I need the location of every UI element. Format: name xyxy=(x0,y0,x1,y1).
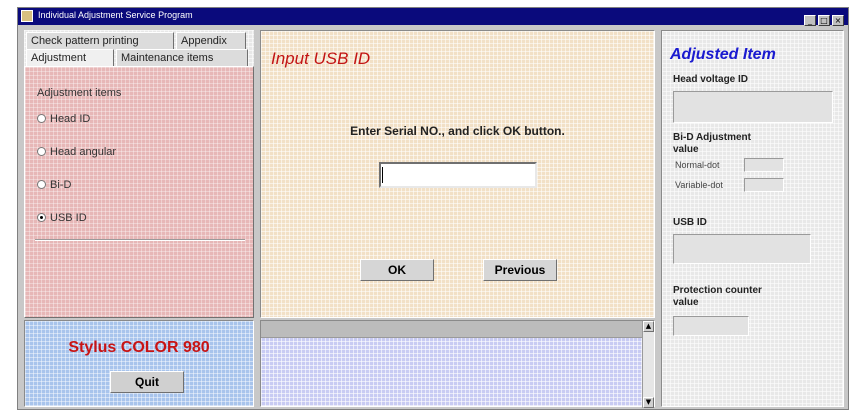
tab-adjustment[interactable]: Adjustment xyxy=(26,49,114,66)
log-panel: ▲ ▼ xyxy=(260,320,655,408)
window-title: Individual Adjustment Service Program xyxy=(38,10,193,20)
protection-counter-label-value: value xyxy=(673,297,699,308)
serial-number-input[interactable] xyxy=(379,162,537,188)
normal-dot-value-box xyxy=(744,158,784,172)
group-divider xyxy=(35,239,245,241)
minimize-button[interactable]: _ xyxy=(804,15,816,26)
input-title: Input USB ID xyxy=(271,49,371,68)
maximize-button[interactable]: □ xyxy=(818,15,830,26)
adjusted-item-panel: Adjusted Item Head voltage ID Bi-D Adjus… xyxy=(661,30,844,407)
text-caret xyxy=(382,167,383,183)
radio-head-angular-label: Head angular xyxy=(50,146,117,158)
input-panel: Input USB ID Enter Serial NO., and click… xyxy=(260,30,655,318)
head-voltage-label: Head voltage ID xyxy=(673,74,749,85)
variable-dot-value-box xyxy=(744,178,784,192)
adjustment-items-label: Adjustment items xyxy=(37,87,122,99)
radio-bi-d[interactable]: Bi-D xyxy=(37,179,71,191)
vertical-scrollbar[interactable]: ▲ ▼ xyxy=(642,321,654,408)
tab-control: Check pattern printing Appendix Adjustme… xyxy=(24,30,254,318)
close-button[interactable]: × xyxy=(832,15,844,26)
usb-id-label: USB ID xyxy=(673,217,707,228)
scroll-down-icon[interactable]: ▼ xyxy=(643,397,654,408)
app-icon xyxy=(21,10,33,22)
log-header xyxy=(261,321,642,338)
protection-counter-value-box xyxy=(673,316,749,336)
normal-dot-label: Normal-dot xyxy=(675,160,720,170)
model-panel: Stylus COLOR 980 Quit xyxy=(24,320,254,407)
model-name: Stylus COLOR 980 xyxy=(68,339,210,356)
radio-head-angular[interactable]: Head angular xyxy=(37,146,116,158)
radio-icon xyxy=(37,113,46,123)
tab-appendix[interactable]: Appendix xyxy=(176,32,246,49)
head-voltage-value-box xyxy=(673,91,833,123)
instruction-text: Enter Serial NO., and click OK button. xyxy=(350,124,565,138)
tab-maintenance-items[interactable]: Maintenance items xyxy=(116,49,248,66)
bid-adjustment-label: Bi-D Adjustment xyxy=(673,132,751,143)
adjustment-tab-page: Adjustment items Head ID Head angular Bi… xyxy=(24,66,254,318)
variable-dot-label: Variable-dot xyxy=(675,180,723,190)
title-bar[interactable]: Individual Adjustment Service Program _ □… xyxy=(18,8,848,28)
tab-check-pattern-printing[interactable]: Check pattern printing xyxy=(26,32,174,49)
bid-adjustment-label-value: value xyxy=(673,144,699,155)
radio-icon xyxy=(37,179,46,189)
radio-bi-d-label: Bi-D xyxy=(50,179,72,191)
radio-icon xyxy=(37,146,46,156)
adjusted-item-title: Adjusted Item xyxy=(670,46,776,63)
radio-usb-id[interactable]: USB ID xyxy=(37,212,87,224)
scroll-up-icon[interactable]: ▲ xyxy=(643,321,654,332)
radio-usb-id-label: USB ID xyxy=(50,212,87,224)
ok-button[interactable]: OK xyxy=(360,259,434,281)
quit-button[interactable]: Quit xyxy=(110,371,184,393)
app-window: Individual Adjustment Service Program _ □… xyxy=(17,7,849,410)
protection-counter-label: Protection counter xyxy=(673,285,762,296)
previous-button[interactable]: Previous xyxy=(483,259,557,281)
radio-head-id[interactable]: Head ID xyxy=(37,113,90,125)
window-controls: _ □ × xyxy=(802,10,844,28)
radio-selected-icon xyxy=(37,212,46,222)
usb-id-value-box xyxy=(673,234,811,264)
radio-head-id-label: Head ID xyxy=(50,113,91,125)
